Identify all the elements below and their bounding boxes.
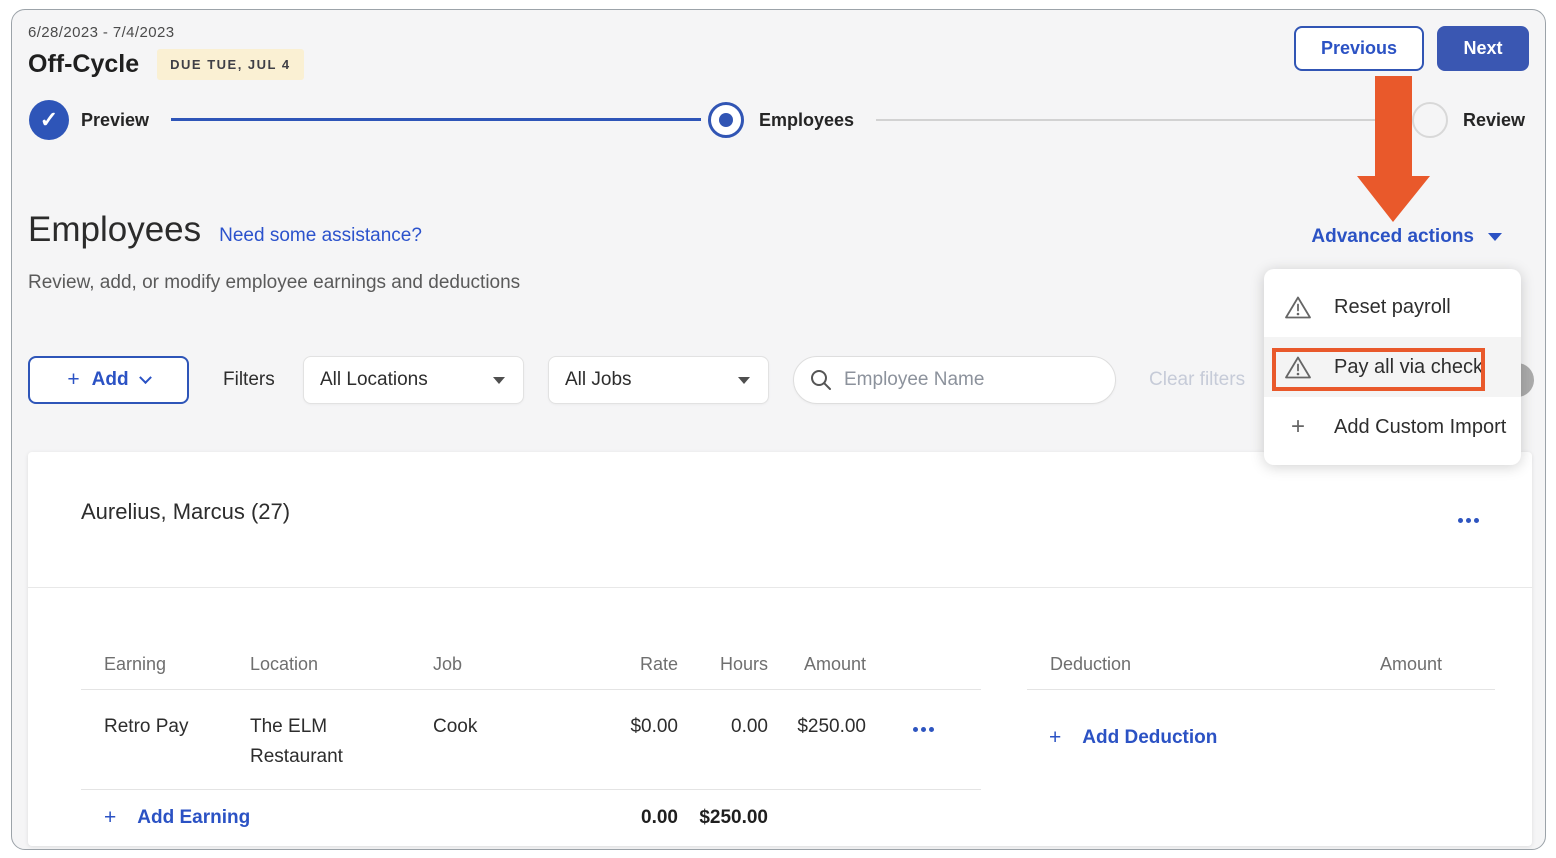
employee-name: Aurelius, Marcus (27) bbox=[81, 499, 290, 525]
earning-job: Cook bbox=[433, 712, 590, 775]
total-amount: $250.00 bbox=[678, 807, 768, 829]
job-filter-select[interactable]: All Jobs bbox=[548, 356, 769, 404]
earning-row-menu-button[interactable] bbox=[866, 712, 928, 775]
search-icon bbox=[810, 369, 832, 391]
payroll-screen: 6/28/2023 - 7/4/2023 Off-Cycle DUE TUE, … bbox=[0, 0, 1556, 858]
warning-triangle-icon bbox=[1284, 295, 1312, 320]
earning-rate: $0.00 bbox=[590, 712, 678, 775]
earning-amount: $250.00 bbox=[768, 712, 866, 775]
col-amount: Amount bbox=[768, 654, 866, 675]
add-deduction-button[interactable]: + Add Deduction bbox=[1027, 690, 1495, 750]
location-filter-value: All Locations bbox=[320, 369, 428, 391]
add-earning-label: Add Earning bbox=[137, 807, 250, 829]
col-location: Location bbox=[250, 654, 433, 675]
check-icon: ✓ bbox=[40, 107, 58, 133]
total-hours: 0.00 bbox=[590, 807, 678, 829]
due-date-badge: DUE TUE, JUL 4 bbox=[157, 49, 303, 80]
menu-item-reset-payroll[interactable]: Reset payroll bbox=[1264, 277, 1521, 337]
step-employees-label: Employees bbox=[759, 110, 854, 131]
page-heading-row: Employees Need some assistance? bbox=[28, 210, 422, 250]
menu-item-pay-all-via-check[interactable]: Pay all via check bbox=[1264, 337, 1521, 397]
add-earning-button[interactable]: + Add Earning bbox=[81, 806, 590, 830]
plus-icon: + bbox=[1284, 413, 1312, 441]
employee-card-header: Aurelius, Marcus (27) bbox=[28, 452, 1532, 588]
assistance-link[interactable]: Need some assistance? bbox=[219, 225, 422, 247]
add-button[interactable]: + Add bbox=[28, 356, 189, 404]
earning-hours: 0.00 bbox=[678, 712, 768, 775]
next-button[interactable]: Next bbox=[1437, 26, 1529, 71]
deductions-table: Deduction Amount + Add Deduction bbox=[1027, 640, 1495, 750]
chevron-down-icon bbox=[139, 371, 152, 384]
step-employees-current-icon bbox=[708, 102, 744, 138]
deductions-header-row: Deduction Amount bbox=[1027, 640, 1495, 690]
caret-down-icon bbox=[493, 377, 505, 384]
job-filter-value: All Jobs bbox=[565, 369, 632, 391]
ellipsis-icon bbox=[1458, 518, 1463, 523]
col-job: Job bbox=[433, 654, 590, 675]
col-deduction: Deduction bbox=[1027, 654, 1335, 675]
earnings-footer-row: + Add Earning 0.00 $250.00 bbox=[81, 790, 981, 846]
ellipsis-icon bbox=[913, 727, 918, 732]
warning-triangle-icon bbox=[1284, 355, 1312, 380]
plus-icon: + bbox=[1049, 726, 1061, 750]
add-button-label: Add bbox=[92, 369, 129, 391]
advanced-actions-menu: Reset payroll Pay all via check + Add Cu… bbox=[1264, 269, 1521, 465]
col-rate: Rate bbox=[590, 654, 678, 675]
employee-search-input[interactable] bbox=[844, 369, 1099, 391]
pay-period-date-range: 6/28/2023 - 7/4/2023 bbox=[28, 24, 174, 41]
col-hours: Hours bbox=[678, 654, 768, 675]
title-row: Off-Cycle DUE TUE, JUL 4 bbox=[28, 49, 304, 80]
current-step-dot bbox=[719, 113, 733, 127]
menu-item-add-custom-import[interactable]: + Add Custom Import bbox=[1264, 397, 1521, 457]
advanced-actions-label: Advanced actions bbox=[1311, 226, 1474, 248]
previous-button[interactable]: Previous bbox=[1294, 26, 1424, 71]
menu-item-label: Reset payroll bbox=[1334, 296, 1451, 319]
step-preview-label: Preview bbox=[81, 110, 149, 131]
menu-item-label: Pay all via check bbox=[1334, 356, 1483, 379]
earnings-header-row: Earning Location Job Rate Hours Amount bbox=[81, 640, 981, 690]
stepper-connector-complete bbox=[171, 118, 701, 121]
caret-down-icon bbox=[738, 377, 750, 384]
location-filter-select[interactable]: All Locations bbox=[303, 356, 524, 404]
plus-icon: + bbox=[67, 368, 79, 392]
plus-icon: + bbox=[104, 806, 116, 830]
earning-location: The ELM Restaurant bbox=[250, 712, 368, 772]
add-deduction-label: Add Deduction bbox=[1082, 727, 1217, 749]
col-deduction-amount: Amount bbox=[1335, 654, 1495, 675]
payroll-type-title: Off-Cycle bbox=[28, 50, 139, 79]
menu-item-label: Add Custom Import bbox=[1334, 416, 1506, 439]
employee-search[interactable] bbox=[793, 356, 1116, 404]
advanced-actions-button[interactable]: Advanced actions bbox=[1311, 226, 1502, 248]
col-earning: Earning bbox=[81, 654, 250, 675]
app-window: 6/28/2023 - 7/4/2023 Off-Cycle DUE TUE, … bbox=[11, 9, 1546, 850]
earnings-table: Earning Location Job Rate Hours Amount R… bbox=[81, 640, 981, 846]
step-review-label: Review bbox=[1463, 110, 1525, 131]
step-preview-complete-icon: ✓ bbox=[29, 100, 69, 140]
caret-down-icon bbox=[1488, 233, 1502, 241]
clear-filters-button[interactable]: Clear filters bbox=[1149, 356, 1245, 404]
annotation-arrow-icon bbox=[1357, 76, 1431, 223]
wizard-nav-buttons: Previous Next bbox=[1294, 26, 1529, 71]
earning-name: Retro Pay bbox=[81, 712, 250, 775]
employee-card: Aurelius, Marcus (27) Earning Location J… bbox=[28, 452, 1532, 846]
earning-row: Retro Pay The ELM Restaurant Cook $0.00 … bbox=[81, 690, 981, 790]
page-title: Employees bbox=[28, 210, 201, 250]
stepper-connector-upcoming bbox=[876, 119, 1409, 121]
page-subtitle: Review, add, or modify employee earnings… bbox=[28, 272, 520, 294]
employee-menu-button[interactable] bbox=[1458, 510, 1482, 528]
filters-label: Filters bbox=[223, 356, 275, 404]
